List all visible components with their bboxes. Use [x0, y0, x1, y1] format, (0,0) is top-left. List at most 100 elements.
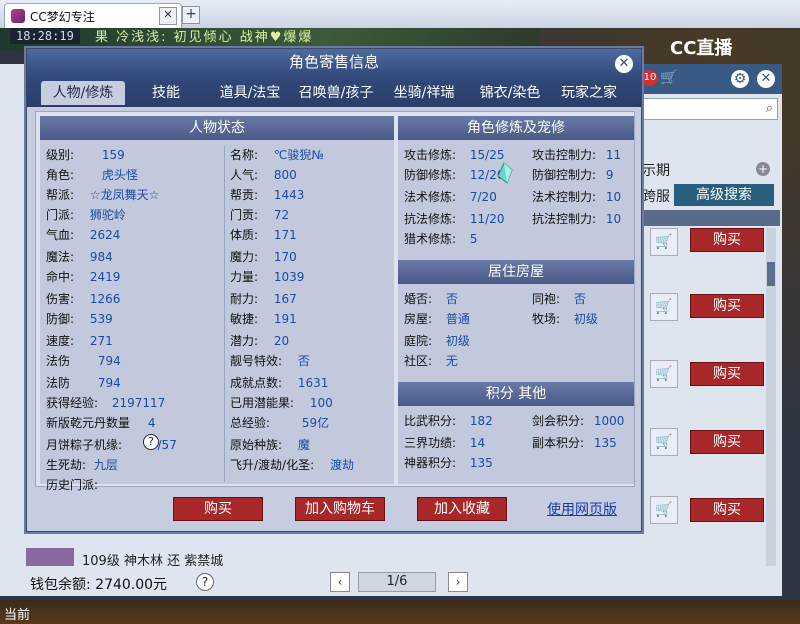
stat-vanity-effect: 靓号特效: 否	[230, 354, 310, 368]
stat-ascension: 飞升/渡劫/化圣: 渡劫	[230, 458, 354, 472]
stat-mooncake: 月饼粽子机缘:? 3/57	[46, 434, 177, 452]
tab-character[interactable]: 人物/修炼	[41, 81, 125, 105]
stat-life-death: 生死劫: 九层	[46, 458, 118, 472]
tab-items[interactable]: 道具/法宝	[207, 81, 293, 105]
points-row: 副本积分: 135	[532, 436, 617, 450]
tab-pets[interactable]: 召唤兽/孩子	[293, 81, 379, 105]
market-scrollbar[interactable]	[766, 228, 776, 568]
cultivation-row: 法术修炼: 7/20	[404, 190, 497, 204]
browser-tab[interactable]: CC梦幻专注 ✕	[4, 3, 182, 28]
cultivation-row: 攻击控制力: 11	[532, 148, 622, 162]
cross-server-label: 跨服	[642, 189, 670, 205]
stat-hp: 气血: 2624	[46, 228, 121, 242]
cultivation-row: 猎术修炼: 5	[404, 232, 478, 246]
status-header: 人物状态	[40, 116, 394, 140]
scrollbar-thumb[interactable]	[767, 262, 775, 286]
stat-qianyuan: 新版乾元丹数量 4	[46, 416, 156, 430]
status-panel: 人物状态 级别: 159 角色: 虎头怪 帮派: ☆龙凤舞天☆ 门派: 狮驼岭 …	[40, 116, 394, 492]
cultivation-row: 法术控制力: 10	[532, 190, 622, 204]
gear-icon[interactable]: ⚙	[731, 70, 749, 88]
tab-close-icon[interactable]: ✕	[159, 7, 177, 25]
stat-potential-fruit: 已用潜能果: 100	[230, 396, 333, 410]
cart-icon[interactable]: 🛒	[660, 70, 677, 86]
stat-experience: 获得经验: 2197117	[46, 396, 166, 410]
house-row: 庭院: 初级	[404, 334, 470, 348]
advanced-search-button[interactable]: 高级搜索	[674, 184, 774, 206]
chevron-left-icon[interactable]: ‹	[330, 572, 350, 592]
cultivation-panel: 角色修炼及宠修 攻击修炼: 15/25 攻击控制力: 11 防御修炼: 12/2…	[398, 116, 634, 484]
stat-potential: 潜力: 20	[230, 334, 290, 348]
row-cart-button[interactable]: 🛒	[650, 428, 678, 456]
stat-school: 门派: 狮驼岭	[46, 208, 126, 222]
chevron-right-icon[interactable]: ›	[448, 572, 468, 592]
stat-guild-contribution: 帮贡: 1443	[230, 188, 305, 202]
stat-strength: 力量: 1039	[230, 270, 305, 284]
stat-school-contribution: 门贡: 72	[230, 208, 290, 222]
status-divider	[224, 146, 225, 482]
tab-mounts[interactable]: 坐骑/祥瑞	[381, 81, 467, 105]
stat-damage: 伤害: 1266	[46, 292, 121, 306]
stat-race: 原始种族: 魔	[230, 438, 310, 452]
cultivation-row: 防御控制力: 9	[532, 168, 614, 182]
stat-role: 角色: 虎头怪	[46, 168, 138, 182]
market-list-header	[640, 210, 780, 226]
row-cart-button[interactable]: 🛒	[650, 496, 678, 524]
help-icon[interactable]: ?	[143, 434, 159, 450]
plus-icon[interactable]: +	[756, 162, 770, 176]
buy-button[interactable]: 购买	[173, 497, 263, 521]
row-buy-button[interactable]: 购买	[690, 498, 764, 522]
stat-agility: 敏捷: 191	[230, 312, 297, 326]
web-version-link[interactable]: 使用网页版	[547, 499, 617, 519]
house-row: 同袍: 否	[532, 292, 586, 306]
search-icon[interactable]: ⌕	[766, 101, 773, 116]
points-row: 剑会积分: 1000	[532, 414, 625, 428]
row-buy-button[interactable]: 购买	[690, 362, 764, 386]
row-buy-button[interactable]: 购买	[690, 430, 764, 454]
row-cart-button[interactable]: 🛒	[650, 293, 678, 321]
stat-hit: 命中: 2419	[46, 270, 121, 284]
cart-count-badge: 10	[642, 70, 658, 86]
tab-outfits[interactable]: 锦衣/染色	[467, 81, 553, 105]
tab-skills[interactable]: 技能	[133, 81, 199, 105]
browser-tab-strip: CC梦幻专注 ✕ +	[0, 0, 800, 29]
house-row: 房屋: 普通	[404, 312, 470, 326]
avatar	[26, 548, 74, 566]
cultivation-row: 抗法修炼: 11/20	[404, 212, 505, 226]
cultivation-row: 攻击修炼: 15/25	[404, 148, 505, 162]
dialog-footer: 购买 加入购物车 加入收藏 使用网页版	[27, 489, 641, 529]
row-buy-button[interactable]: 购买	[690, 294, 764, 318]
house-row: 社区: 无	[404, 354, 458, 368]
close-icon[interactable]: ✕	[615, 55, 633, 73]
tab-home[interactable]: 玩家之家	[549, 81, 629, 105]
game-clock: 18:28:19	[10, 28, 80, 44]
row-cart-button[interactable]: 🛒	[650, 360, 678, 388]
cultivation-row: 防御修炼: 12/20	[404, 168, 505, 182]
game-ticker: 果 冷浅浅: 初见倾心 战神♥爆爆	[95, 30, 314, 45]
wallet-balance: 钱包余额: 2740.00元	[30, 577, 168, 593]
row-cart-button[interactable]: 🛒	[650, 228, 678, 256]
page-indicator: 1/6	[358, 572, 436, 592]
help-icon[interactable]: ?	[196, 573, 214, 591]
points-row: 神器积分: 135	[404, 456, 493, 470]
character-sale-dialog: 角色寄售信息 ✕ 人物/修炼 技能 道具/法宝 召唤兽/孩子 坐骑/祥瑞 锦衣/…	[26, 48, 642, 532]
stat-magic-defense: 法防 794	[46, 376, 121, 390]
crystal-icon	[497, 162, 513, 184]
add-to-favorites-button[interactable]: 加入收藏	[417, 497, 507, 521]
game-taskbar: 当前	[0, 600, 800, 624]
points-row: 比武积分: 182	[404, 414, 493, 428]
stat-mp: 魔法: 984	[46, 250, 113, 264]
period-label: 示期	[642, 163, 670, 179]
cultivation-row: 抗法控制力: 10	[532, 212, 622, 226]
market-search-input[interactable]: ⌕	[640, 98, 778, 120]
stat-total-exp: 总经验: 59亿	[230, 416, 330, 430]
dialog-tabs: 人物/修炼 技能 道具/法宝 召唤兽/孩子 坐骑/祥瑞 锦衣/染色 玩家之家	[27, 77, 641, 107]
favicon-icon	[11, 9, 25, 23]
new-tab-button[interactable]: +	[182, 6, 200, 24]
row-buy-button[interactable]: 购买	[690, 228, 764, 252]
points-header: 积分 其他	[398, 382, 634, 406]
cultivation-header: 角色修炼及宠修	[398, 116, 634, 140]
stat-endurance: 耐力: 167	[230, 292, 297, 306]
points-row: 三界功绩: 14	[404, 436, 486, 450]
market-close-icon[interactable]: ✕	[757, 70, 775, 88]
add-to-cart-button[interactable]: 加入购物车	[295, 497, 385, 521]
